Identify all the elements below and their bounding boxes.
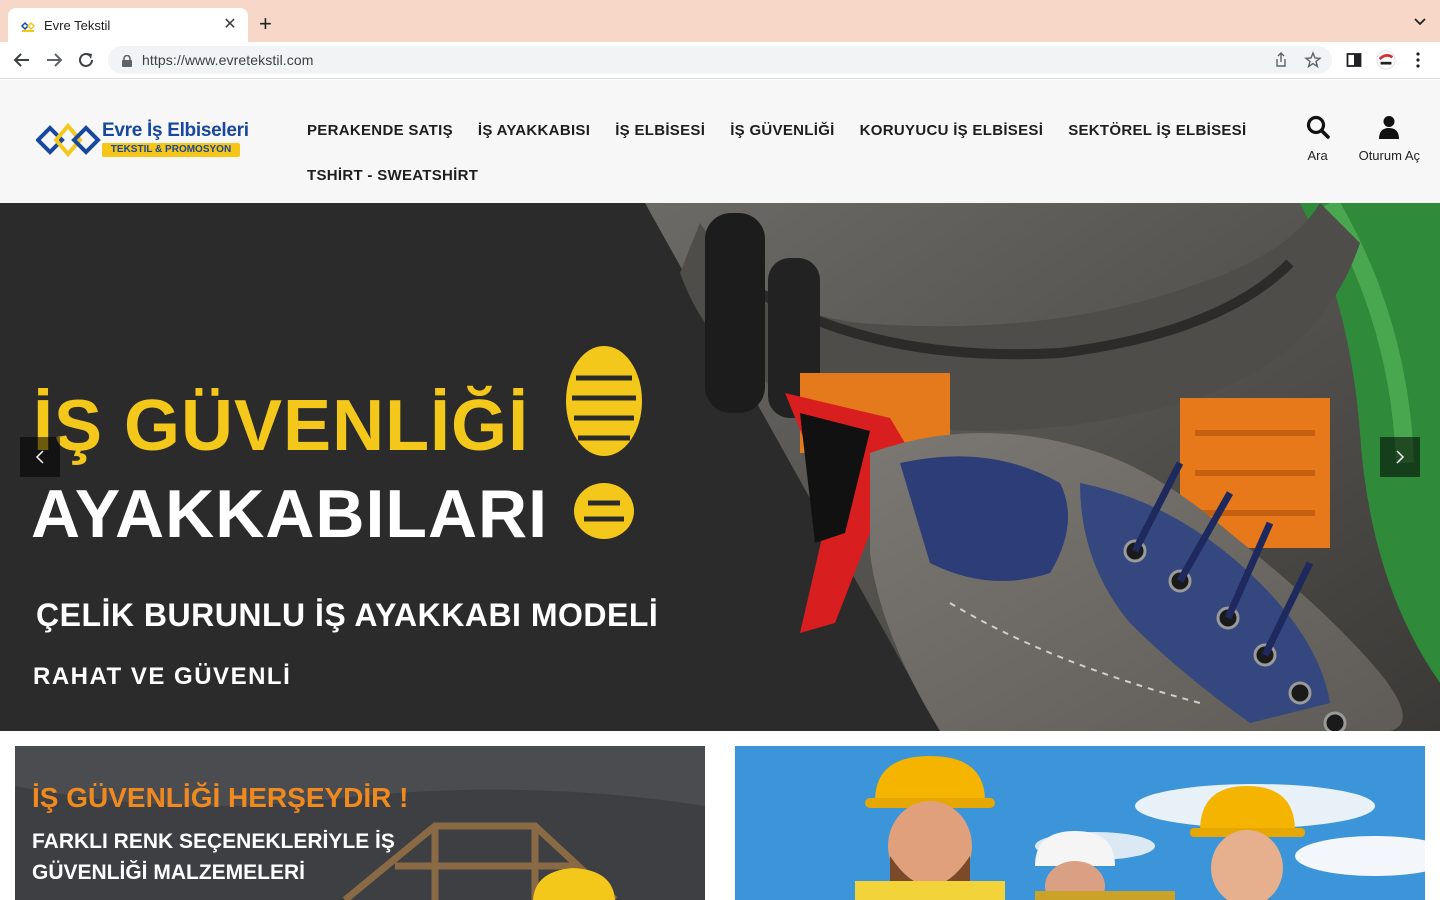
forward-arrow-icon[interactable] [44, 50, 64, 70]
hero-title-line2: AYAKKABILARI [31, 476, 549, 552]
chevron-left-icon [35, 450, 44, 464]
nav-item-koruyucu-is-elbisesi[interactable]: KORUYUCU İŞ ELBİSESİ [860, 122, 1044, 139]
nav-item-tshirt-sweatshirt[interactable]: TSHİRT - SWEATSHİRT [307, 167, 478, 184]
main-navigation: PERAKENDE SATIŞ İŞ AYAKKABISI İŞ ELBİSES… [307, 108, 1246, 198]
browser-tabstrip: Evre Tekstil ✕ + [0, 0, 1440, 42]
search-icon [1305, 114, 1331, 140]
slider-prev-button[interactable] [20, 437, 60, 477]
logo-subtitle: TEKSTIL & PROMOSYON [102, 143, 240, 157]
nav-item-perakende-satis[interactable]: PERAKENDE SATIŞ [307, 122, 453, 139]
tab-title: Evre Tekstil [44, 17, 111, 33]
profile-avatar-icon[interactable] [1376, 50, 1396, 70]
site-favicon-icon [20, 17, 36, 33]
tab-search-chevron-icon[interactable] [1414, 15, 1426, 27]
nav-item-is-ayakkabisi[interactable]: İŞ AYAKKABISI [478, 122, 590, 139]
user-icon [1376, 114, 1402, 140]
share-icon[interactable] [1272, 51, 1290, 74]
header-tools: Ara Oturum Aç [1305, 114, 1420, 163]
hero-tagline: RAHAT VE GÜVENLİ [33, 663, 292, 690]
promo-left-title: İŞ GÜVENLİĞİ HERŞEYDİR ! [32, 782, 409, 813]
browser-toolbar: https://www.evretekstil.com [0, 42, 1440, 79]
site-logo[interactable]: Evre İş Elbiseleri TEKSTIL & PROMOSYON [35, 118, 249, 164]
site-header: Evre İş Elbiseleri TEKSTIL & PROMOSYON P… [0, 80, 1440, 203]
logo-title: Evre İş Elbiseleri [102, 120, 249, 141]
hero-title-line1: İŞ GÜVENLİĞİ [33, 386, 530, 466]
new-tab-icon[interactable]: + [259, 13, 272, 35]
slider-next-button[interactable] [1380, 437, 1420, 477]
url-text: https://www.evretekstil.com [142, 52, 314, 68]
search-label: Ara [1307, 148, 1328, 163]
tab-close-icon[interactable]: ✕ [222, 17, 238, 33]
promo-right-workers-image [735, 746, 1425, 900]
browser-tab[interactable]: Evre Tekstil ✕ [8, 8, 248, 42]
search-button[interactable]: Ara [1305, 114, 1331, 163]
promo-left-subtitle: FARKLI RENK SEÇENEKLERİYLE İŞ GÜVENLİĞİ … [32, 830, 395, 884]
promo-banner-right[interactable] [735, 746, 1425, 900]
logo-diamonds-icon [35, 122, 101, 158]
nav-item-sektorel-is-elbisesi[interactable]: SEKTÖREL İŞ ELBİSESİ [1068, 122, 1246, 139]
promo-banner-left[interactable]: İŞ GÜVENLİĞİ HERŞEYDİR ! FARKLI RENK SEÇ… [15, 746, 705, 900]
address-bar[interactable]: https://www.evretekstil.com [108, 46, 1332, 74]
hero-slider: İŞ GÜVENLİĞİ AYAKKABILARI ÇELİK BURUNLU … [0, 203, 1440, 731]
hero-subtitle: ÇELİK BURUNLU İŞ AYAKKABI MODELİ [36, 597, 659, 633]
bookmark-star-icon[interactable] [1304, 51, 1322, 74]
nav-item-is-elbisesi[interactable]: İŞ ELBİSESİ [615, 122, 705, 139]
nav-item-is-guvenligi[interactable]: İŞ GÜVENLİĞİ [730, 122, 834, 139]
back-arrow-icon[interactable] [12, 50, 32, 70]
side-panel-icon[interactable] [1344, 50, 1364, 70]
lock-icon [122, 54, 132, 67]
reload-icon[interactable] [76, 50, 96, 70]
hero-safety-shoes-image [0, 203, 1440, 731]
login-label: Oturum Aç [1358, 148, 1420, 163]
browser-menu-icon[interactable] [1408, 50, 1428, 70]
chevron-right-icon [1396, 450, 1405, 464]
login-button[interactable]: Oturum Aç [1359, 114, 1420, 163]
